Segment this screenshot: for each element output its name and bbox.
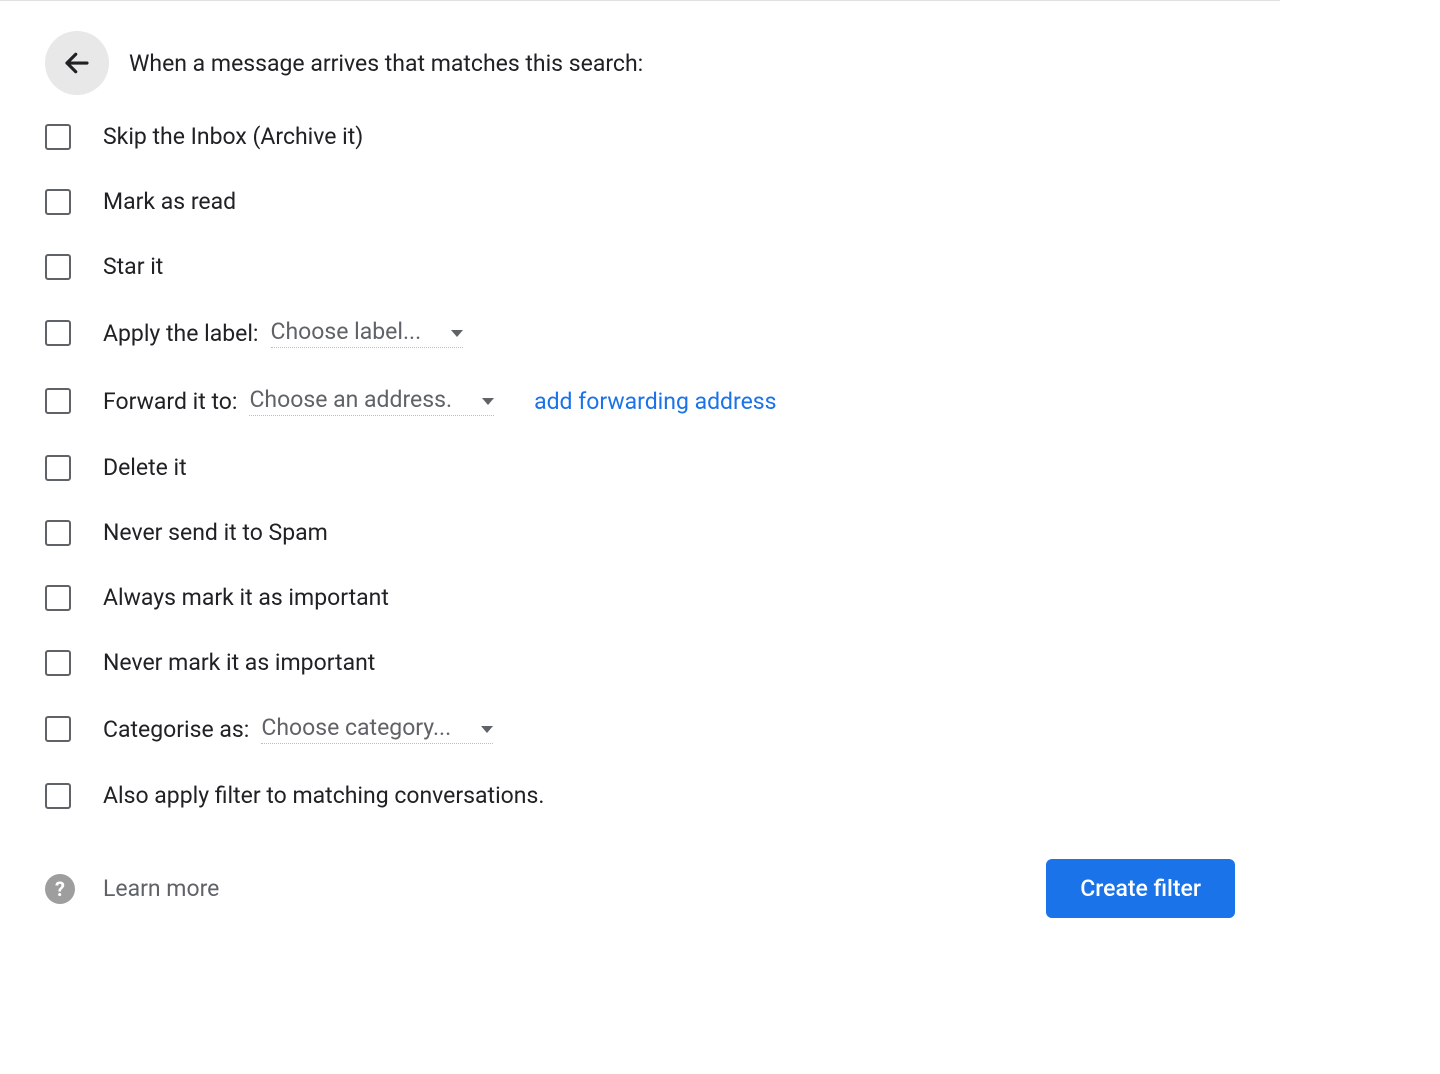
dropdown-choose-label[interactable]: Choose label... <box>271 318 464 348</box>
link-learn-more[interactable]: Learn more <box>103 875 219 902</box>
checkbox-categorise-as[interactable] <box>45 716 71 742</box>
checkbox-never-important[interactable] <box>45 650 71 676</box>
label-never-important: Never mark it as important <box>103 649 375 676</box>
label-always-important: Always mark it as important <box>103 584 389 611</box>
checkbox-delete-it[interactable] <box>45 455 71 481</box>
label-never-spam: Never send it to Spam <box>103 519 328 546</box>
label-categorise-as: Categorise as: <box>103 716 249 743</box>
checkbox-always-important[interactable] <box>45 585 71 611</box>
label-delete-it: Delete it <box>103 454 187 481</box>
dropdown-choose-address-text: Choose an address. <box>249 386 452 413</box>
checkbox-mark-read[interactable] <box>45 189 71 215</box>
checkbox-never-spam[interactable] <box>45 520 71 546</box>
dropdown-choose-category[interactable]: Choose category... <box>261 714 493 744</box>
dropdown-choose-category-text: Choose category... <box>261 714 451 741</box>
checkbox-skip-inbox[interactable] <box>45 124 71 150</box>
label-also-apply: Also apply filter to matching conversati… <box>103 782 544 809</box>
caret-down-icon <box>482 398 494 405</box>
link-add-forwarding-address[interactable]: add forwarding address <box>534 388 777 415</box>
label-forward-to: Forward it to: <box>103 388 237 415</box>
help-icon[interactable]: ? <box>45 874 75 904</box>
dropdown-choose-label-text: Choose label... <box>271 318 422 345</box>
header-title: When a message arrives that matches this… <box>129 50 643 77</box>
caret-down-icon <box>451 330 463 337</box>
dropdown-choose-address[interactable]: Choose an address. <box>249 386 494 416</box>
arrow-left-icon <box>62 48 92 78</box>
label-skip-inbox: Skip the Inbox (Archive it) <box>103 123 363 150</box>
checkbox-star-it[interactable] <box>45 254 71 280</box>
back-button[interactable] <box>45 31 109 95</box>
checkbox-forward-to[interactable] <box>45 388 71 414</box>
checkbox-also-apply[interactable] <box>45 783 71 809</box>
label-star-it: Star it <box>103 253 163 280</box>
checkbox-apply-label[interactable] <box>45 320 71 346</box>
caret-down-icon <box>481 726 493 733</box>
create-filter-button[interactable]: Create filter <box>1046 859 1235 918</box>
label-apply-label: Apply the label: <box>103 320 259 347</box>
label-mark-read: Mark as read <box>103 188 236 215</box>
